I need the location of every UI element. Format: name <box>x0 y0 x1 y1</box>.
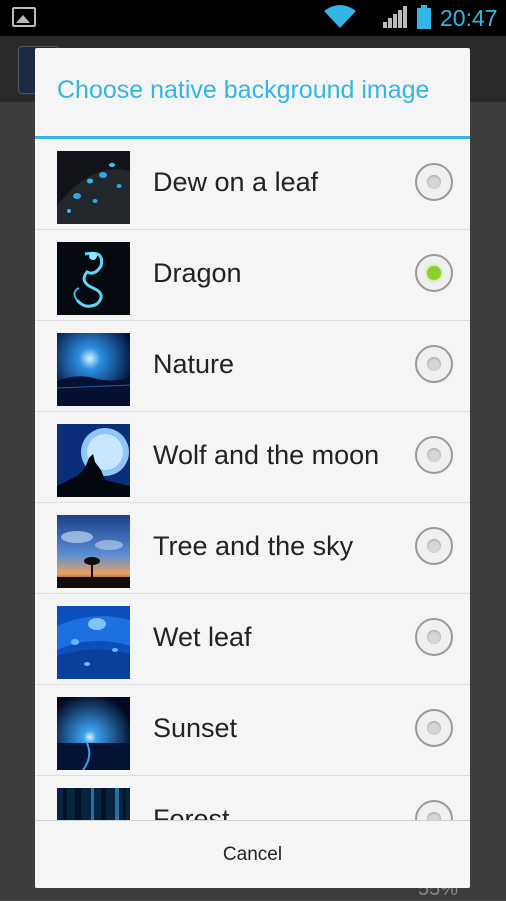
item-label: Forest <box>153 804 230 820</box>
dialog-title: Choose native background image <box>57 76 430 104</box>
item-label: Wet leaf <box>153 622 252 652</box>
wifi-icon <box>324 5 356 28</box>
list-item-dragon[interactable]: Dragon <box>35 230 470 321</box>
nature-thumbnail <box>57 333 130 406</box>
item-label: Nature <box>153 349 235 379</box>
signal-icon <box>383 6 407 28</box>
item-label: Tree and the sky <box>153 531 354 561</box>
list-item-wet-leaf[interactable]: Wet leaf <box>35 594 470 685</box>
radio-button[interactable] <box>415 345 453 383</box>
list-item-forest[interactable]: Forest <box>35 776 470 820</box>
tree-and-the-sky-thumbnail <box>57 515 130 588</box>
item-label: Dew on a leaf <box>153 167 319 197</box>
background-image-list[interactable]: Dew on a leaf Dragon Nature Wolf and the… <box>35 139 470 820</box>
status-bar: 20:47 <box>0 0 506 36</box>
battery-icon <box>417 5 431 29</box>
choose-background-dialog: Choose native background image Dew on a … <box>35 48 470 888</box>
radio-button[interactable] <box>415 709 453 747</box>
list-item-dew-on-a-leaf[interactable]: Dew on a leaf <box>35 139 470 230</box>
radio-button[interactable] <box>415 527 453 565</box>
sunset-thumbnail <box>57 697 130 770</box>
list-item-tree-and-the-sky[interactable]: Tree and the sky <box>35 503 470 594</box>
forest-thumbnail <box>57 788 130 820</box>
radio-button[interactable] <box>415 163 453 201</box>
dew-on-a-leaf-thumbnail <box>57 151 130 224</box>
radio-button-checked[interactable] <box>415 254 453 292</box>
wet-leaf-thumbnail <box>57 606 130 679</box>
radio-button[interactable] <box>415 800 453 820</box>
status-time: 20:47 <box>440 5 498 31</box>
cancel-button[interactable]: Cancel <box>35 821 470 888</box>
item-label: Wolf and the moon <box>153 440 380 470</box>
wolf-and-the-moon-thumbnail <box>57 424 130 497</box>
radio-button[interactable] <box>415 618 453 656</box>
list-item-nature[interactable]: Nature <box>35 321 470 412</box>
dragon-thumbnail <box>57 242 130 315</box>
list-item-sunset[interactable]: Sunset <box>35 685 470 776</box>
radio-button[interactable] <box>415 436 453 474</box>
item-label: Dragon <box>153 258 242 288</box>
list-item-wolf-and-the-moon[interactable]: Wolf and the moon <box>35 412 470 503</box>
image-notification-icon <box>12 7 36 27</box>
item-label: Sunset <box>153 713 238 743</box>
